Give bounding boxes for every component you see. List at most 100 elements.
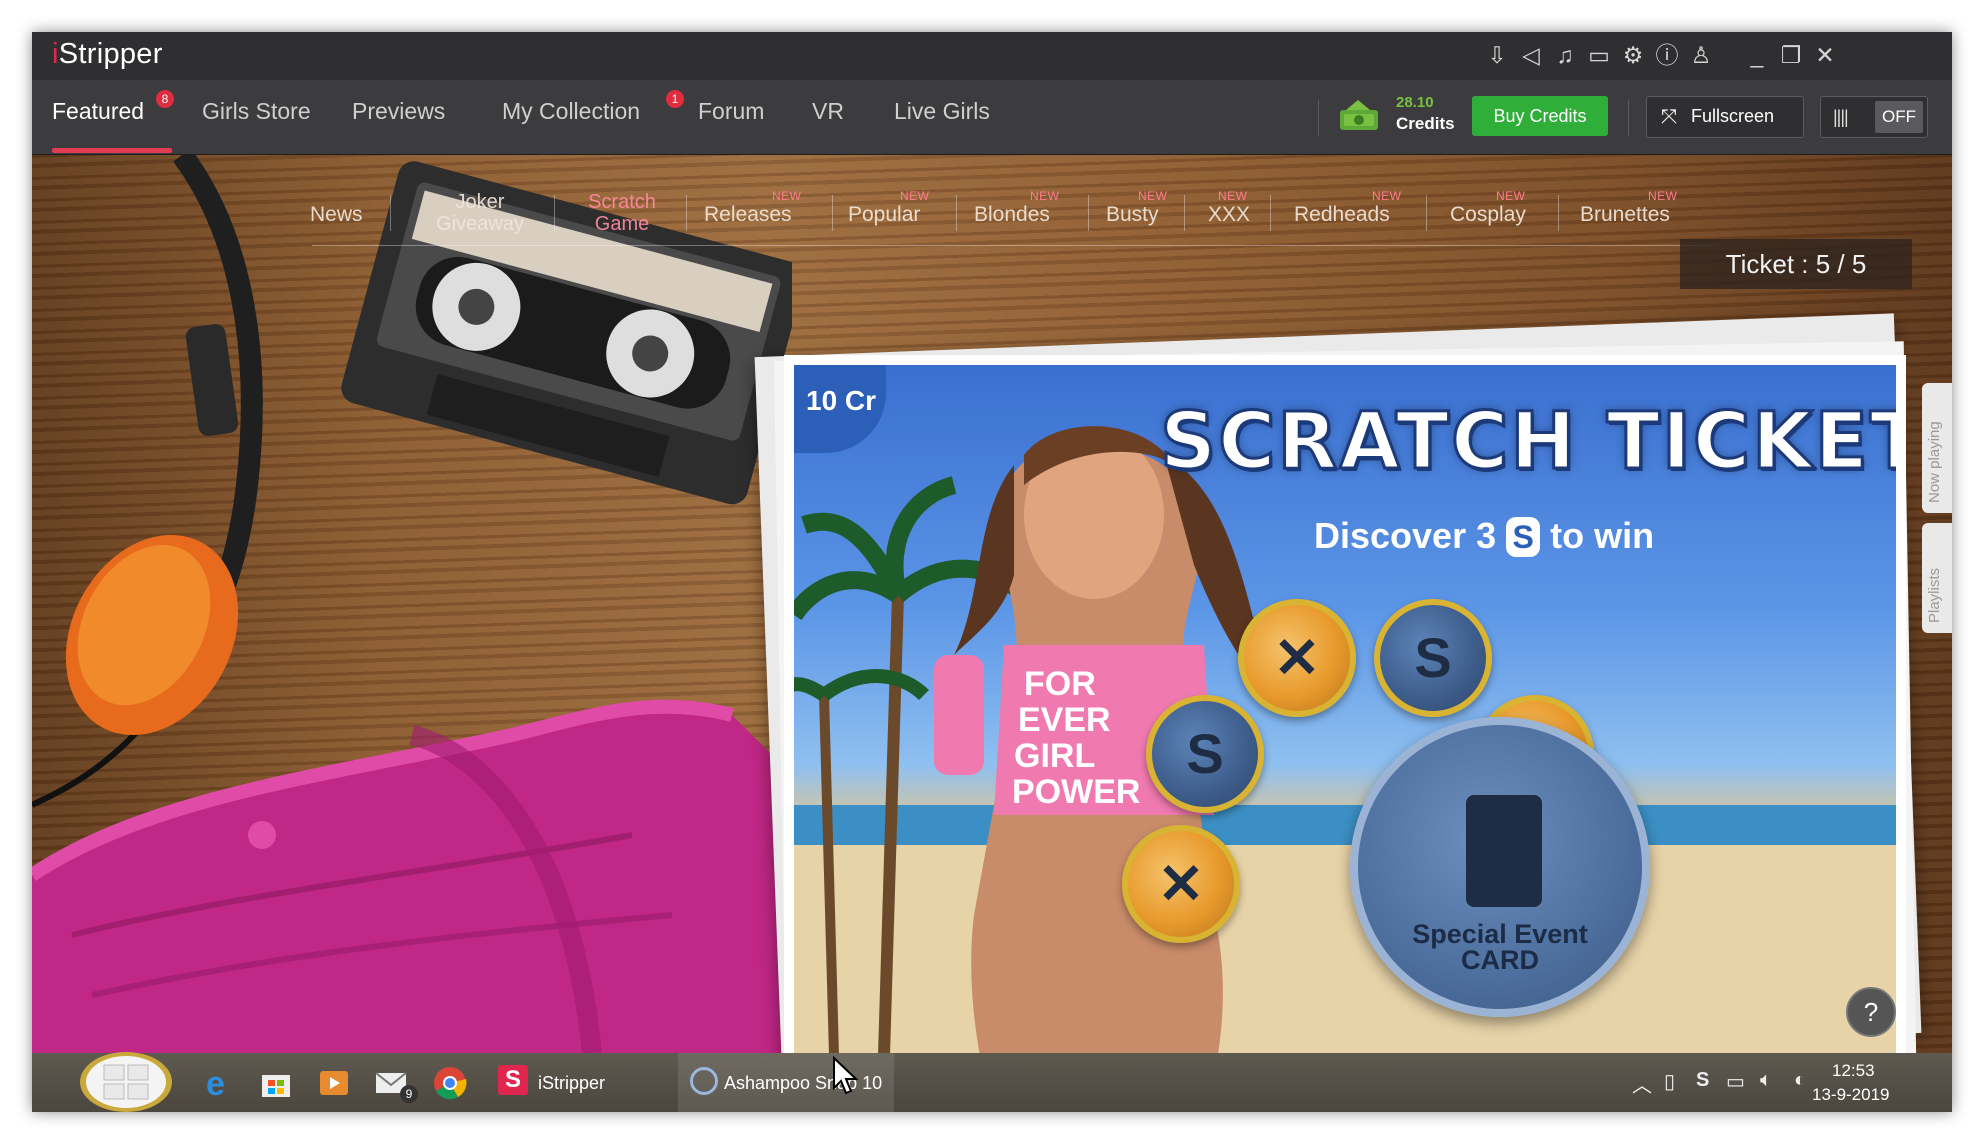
main-nav: Featured 8 Girls Store Previews My Colle…	[32, 80, 1952, 155]
user-icon[interactable]: ♙	[1686, 40, 1716, 70]
istripper-tray-icon[interactable]: S	[1696, 1069, 1709, 1092]
fullscreen-button[interactable]: ⤧ Fullscreen	[1646, 96, 1804, 138]
edge-icon[interactable]: e	[202, 1065, 238, 1101]
card-label: CARD	[1461, 945, 1539, 975]
subnav-releases[interactable]: Releases	[704, 203, 792, 227]
divider	[686, 195, 687, 231]
download-icon[interactable]: ⇩	[1482, 40, 1512, 70]
subnav-scratch-game[interactable]: Scratch Game	[572, 191, 672, 235]
now-playing-tab[interactable]: Now playing	[1922, 383, 1952, 513]
subnav-xxx[interactable]: XXX	[1208, 203, 1250, 227]
usb-icon[interactable]: ▯	[1664, 1069, 1675, 1094]
clock-time[interactable]: 12:53	[1832, 1061, 1875, 1081]
scratch-ticket-card[interactable]: FOR EVER GIRL POWER 10 Cr SCRATCH TICKET…	[784, 355, 1906, 1059]
new-badge: NEW	[1218, 189, 1248, 203]
subnav-busty[interactable]: Busty	[1106, 203, 1159, 227]
volume-icon[interactable]: 🔈︎	[1760, 1069, 1772, 1092]
credits-label: Credits	[1396, 114, 1455, 133]
svg-text:POWER: POWER	[1012, 773, 1140, 811]
divider	[956, 195, 957, 231]
svg-text:EVER: EVER	[1018, 701, 1111, 739]
card-icon	[1466, 795, 1542, 907]
divider	[1426, 195, 1427, 231]
close-icon[interactable]: ✕	[1810, 40, 1840, 70]
playlists-tab[interactable]: Playlists	[1922, 523, 1952, 633]
expand-icon: ⤧	[1661, 106, 1677, 128]
divider	[554, 195, 555, 231]
money-icon	[1340, 100, 1378, 130]
music-icon[interactable]: ♫	[1550, 40, 1580, 70]
buy-credits-button[interactable]: Buy Credits	[1472, 96, 1608, 136]
credits-amount: 28.10	[1396, 94, 1434, 111]
nav-forum[interactable]: Forum	[698, 98, 764, 125]
collection-badge: 1	[666, 90, 684, 108]
scratch-spot-5[interactable]: ✕	[1122, 825, 1240, 943]
windows-taskbar: e 9 S iStripper Ashampoo Snap 10 ︿ ▯ S ▭…	[32, 1051, 1952, 1112]
svg-text:GIRL: GIRL	[1014, 737, 1095, 775]
special-event-label: Special Event	[1412, 919, 1588, 949]
network-icon[interactable]: ▭	[1726, 1069, 1745, 1094]
nav-live-girls[interactable]: Live Girls	[894, 98, 990, 125]
divider	[832, 195, 833, 231]
istripper-app-icon: S	[498, 1065, 528, 1095]
scratch-spot-2[interactable]: S	[1374, 599, 1492, 717]
divider	[1088, 195, 1089, 231]
subnav-cosplay[interactable]: Cosplay	[1450, 203, 1526, 227]
nav-featured[interactable]: Featured	[52, 98, 144, 125]
scratch-spot-3[interactable]: S	[1146, 695, 1264, 813]
active-tab-indicator	[52, 148, 172, 153]
gear-icon[interactable]: ⚙	[1618, 40, 1648, 70]
chrome-icon[interactable]	[432, 1065, 468, 1101]
minimize-icon[interactable]: _	[1742, 40, 1772, 70]
nav-my-collection[interactable]: My Collection	[502, 98, 640, 125]
divider	[1628, 100, 1629, 136]
new-badge: NEW	[900, 189, 930, 203]
new-badge: NEW	[1496, 189, 1526, 203]
scratch-spot-1[interactable]: ✕	[1238, 599, 1356, 717]
subnav-brunettes[interactable]: Brunettes	[1580, 203, 1670, 227]
nav-girls-store[interactable]: Girls Store	[202, 98, 311, 125]
announcement-icon[interactable]: ◁	[1516, 40, 1546, 70]
new-badge: NEW	[1372, 189, 1402, 203]
subnav-popular[interactable]: Popular	[848, 203, 920, 227]
featured-badge: 8	[156, 90, 174, 108]
title-bar: iStripper ⇩ ◁ ♫ ▭ ⚙ ⓘ ♙ _ ❐ ✕	[32, 32, 1952, 80]
nav-previews[interactable]: Previews	[352, 98, 445, 125]
taskbar-istripper[interactable]: S iStripper	[488, 1053, 678, 1112]
new-badge: NEW	[772, 189, 802, 203]
display-icon[interactable]: ▭	[1584, 40, 1614, 70]
divider	[1558, 195, 1559, 231]
color-profile-icon[interactable]: ◐	[1794, 1069, 1806, 1092]
divider	[1270, 195, 1271, 231]
ashampoo-snap-icon	[690, 1067, 718, 1095]
subnav-joker-giveaway[interactable]: Joker Giveaway	[420, 191, 540, 235]
svg-text:FOR: FOR	[1024, 665, 1096, 703]
special-event-card-spot[interactable]: Special Event CARD	[1350, 717, 1650, 1017]
show-hidden-icons[interactable]: ︿	[1632, 1069, 1652, 1098]
info-icon[interactable]: ⓘ	[1652, 40, 1682, 70]
store-icon[interactable]	[258, 1065, 294, 1101]
restore-icon[interactable]: ❐	[1776, 40, 1806, 70]
bars-icon: ||||	[1833, 107, 1849, 127]
subnav-news[interactable]: News	[310, 203, 363, 227]
divider	[1318, 100, 1319, 136]
subnav-underline	[312, 245, 1712, 246]
mail-badge: 9	[400, 1085, 418, 1103]
featured-content: News Joker Giveaway Scratch Game NEW Rel…	[32, 155, 1952, 1077]
subnav-redheads[interactable]: Redheads	[1294, 203, 1390, 227]
taskbar-ashampoo-snap[interactable]: Ashampoo Snap 10	[678, 1053, 894, 1112]
new-badge: NEW	[1648, 189, 1678, 203]
help-button[interactable]: ?	[1846, 987, 1896, 1037]
new-badge: NEW	[1030, 189, 1060, 203]
scratch-ticket-artwork: FOR EVER GIRL POWER 10 Cr SCRATCH TICKET…	[794, 365, 1896, 1055]
nav-vr[interactable]: VR	[812, 98, 844, 125]
desk-props-illustration	[32, 155, 792, 1053]
vr-toggle[interactable]: |||| OFF	[1820, 96, 1928, 138]
subnav-blondes[interactable]: Blondes	[974, 203, 1050, 227]
divider	[390, 195, 391, 231]
ticket-title: SCRATCH TICKET	[1158, 396, 1896, 489]
media-player-icon[interactable]	[316, 1065, 352, 1101]
clock-date[interactable]: 13-9-2019	[1812, 1085, 1890, 1105]
windows-start-icon[interactable]	[76, 1051, 176, 1112]
ticket-subtitle: Discover 3 S to win	[1314, 515, 1655, 557]
